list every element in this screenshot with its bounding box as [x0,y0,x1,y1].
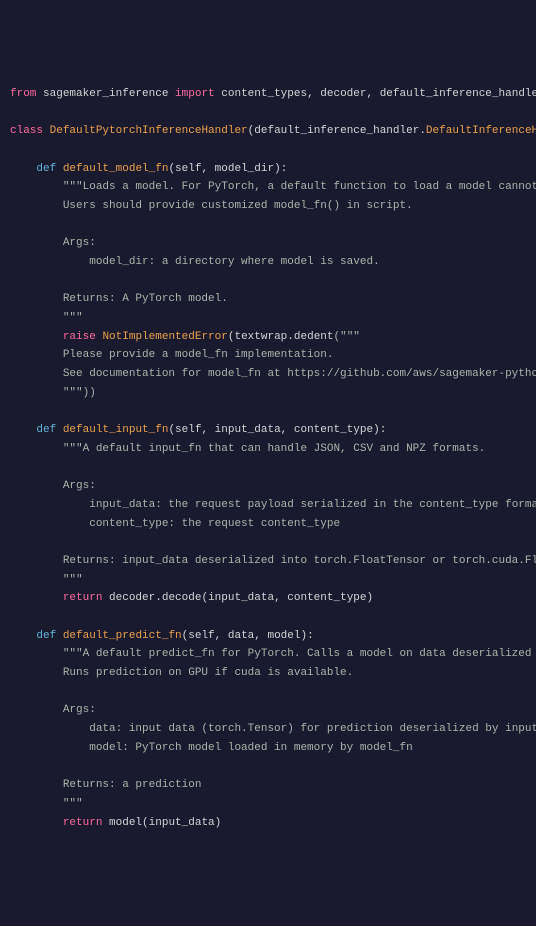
parent-module: default_inference_handler [254,125,419,137]
string-open: (""" [334,331,360,343]
docstring-arg: content_type: the request content_type [89,518,340,530]
dot: . [419,125,426,137]
keyword-from: from [10,88,36,100]
decoder: decoder [109,592,155,604]
docstring-args: Args: [63,704,96,716]
textwrap: textwrap [234,331,287,343]
function-name: default_model_fn [63,163,169,175]
docstring-args: Args: [63,237,96,249]
docstring: """A default input_fn that can handle JS… [63,443,485,455]
class-name: DefaultPytorchInferenceHandler [50,125,248,137]
docstring-returns: Returns: A PyTorch model. [63,293,228,305]
imports-list: content_types, decoder, default_inferenc… [221,88,536,100]
docstring-args: Args: [63,480,96,492]
string-line: See documentation for model_fn at https:… [63,368,536,380]
keyword-return: return [63,592,103,604]
docstring-arg: data: input data (torch.Tensor) for pred… [89,723,536,735]
params: (self, input_data, content_type): [168,424,386,436]
params: (self, model_dir): [168,163,287,175]
function-name: default_predict_fn [63,630,182,642]
keyword-def: def [36,424,56,436]
docstring: """A default predict_fn for PyTorch. Cal… [63,648,536,660]
keyword-class: class [10,125,43,137]
keyword-def: def [36,163,56,175]
docstring-end: """ [63,312,83,324]
docstring-end: """ [63,798,83,810]
docstring-returns: Returns: a prediction [63,779,202,791]
keyword-raise: raise [63,331,96,343]
call: model(input_data) [109,817,221,829]
decode: decode [162,592,202,604]
keyword-def: def [36,630,56,642]
docstring-arg: input_data: the request payload serializ… [89,499,536,511]
parent-class: DefaultInferenceHandler [426,125,536,137]
docstring-arg: model_dir: a directory where model is sa… [89,256,379,268]
module-name: sagemaker_inference [43,88,168,100]
function-name: default_input_fn [63,424,169,436]
docstring-returns: Returns: input_data deserialized into to… [63,555,536,567]
string-close: """)) [63,387,96,399]
keyword-import: import [175,88,215,100]
docstring-arg: model: PyTorch model loaded in memory by… [89,742,412,754]
params: (self, data, model): [182,630,314,642]
docstring: Users should provide customized model_fn… [63,200,413,212]
call-args: (input_data, content_type) [201,592,373,604]
error-class: NotImplementedError [102,331,227,343]
string-line: Please provide a model_fn implementation… [63,349,334,361]
dedent: dedent [294,331,334,343]
docstring: """Loads a model. For PyTorch, a default… [63,181,536,193]
dot: . [155,592,162,604]
docstring: Runs prediction on GPU if cuda is availa… [63,667,353,679]
dot: . [287,331,294,343]
docstring-end: """ [63,574,83,586]
code-editor[interactable]: from sagemaker_inference import content_… [10,85,526,833]
keyword-return: return [63,817,103,829]
